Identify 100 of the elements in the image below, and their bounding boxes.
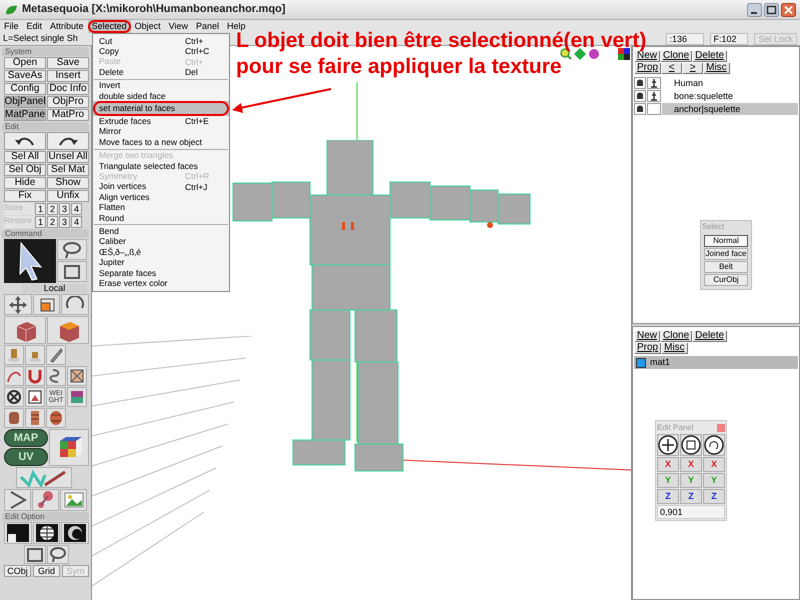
- menu-item[interactable]: Join vertices Ctrl+J: [93, 182, 229, 192]
- image-tool-button[interactable]: [60, 489, 87, 511]
- menu-item[interactable]: Bend: [93, 226, 229, 237]
- select-mode-button[interactable]: Joined face: [704, 248, 748, 260]
- menu-item[interactable]: View: [164, 20, 192, 33]
- panel-button[interactable]: Insert: [47, 70, 89, 82]
- menu-item[interactable]: Invert: [93, 80, 229, 91]
- vertex-delete-tool-button[interactable]: [4, 387, 24, 407]
- rotate-tool-button[interactable]: [61, 294, 90, 315]
- menu-item[interactable]: Mirror: [93, 126, 229, 138]
- object-panel-button[interactable]: Prop: [635, 63, 662, 74]
- menu-item[interactable]: Triangulate selected faces: [93, 160, 229, 172]
- push-tool-button[interactable]: [25, 345, 45, 365]
- camera-tool-button[interactable]: [4, 489, 31, 511]
- panel-toggle-button[interactable]: ObjPanel: [4, 96, 46, 108]
- axis-button[interactable]: Z: [680, 489, 702, 504]
- material-panel-button[interactable]: Prop: [635, 343, 662, 354]
- panel-button[interactable]: Show: [47, 177, 89, 189]
- menu-item[interactable]: Help: [223, 20, 250, 33]
- option-toggle-button[interactable]: CObj: [4, 565, 31, 577]
- object-panel-button[interactable]: <: [662, 63, 682, 74]
- select-mode-button[interactable]: Normal: [704, 235, 748, 247]
- object-panel-button[interactable]: Clone: [661, 51, 692, 62]
- menu-item[interactable]: Round: [93, 212, 229, 224]
- panel-button[interactable]: Config: [4, 83, 46, 95]
- object-panel-button[interactable]: New: [635, 51, 660, 62]
- lasso-option-button[interactable]: [47, 545, 69, 564]
- axis-button[interactable]: Z: [703, 489, 725, 504]
- panel-toggle-button[interactable]: MatPane: [4, 109, 46, 121]
- uv-button[interactable]: UV: [4, 448, 48, 466]
- map-button[interactable]: MAP: [4, 429, 48, 447]
- redo-button[interactable]: [47, 132, 89, 150]
- face-tool-button[interactable]: [47, 316, 89, 344]
- panel-button[interactable]: Fix: [4, 190, 46, 202]
- select-tool-button[interactable]: [4, 239, 56, 283]
- object-panel-button[interactable]: >: [683, 63, 704, 74]
- vertex-color-tool-button[interactable]: [67, 387, 87, 407]
- menu-item[interactable]: Edit: [22, 20, 46, 33]
- menu-item[interactable]: Cut Ctrl+: [93, 36, 229, 46]
- menu-item[interactable]: Move faces to a new object: [93, 137, 229, 148]
- panel-toggle-button[interactable]: ObjPro: [47, 96, 89, 108]
- bone-tool-button[interactable]: [32, 489, 59, 511]
- material-panel-button[interactable]: Delete: [693, 331, 728, 342]
- panel-button[interactable]: Sel Obj: [4, 164, 46, 176]
- magnet-tool-button[interactable]: [25, 366, 45, 386]
- minimize-icon[interactable]: [747, 2, 762, 16]
- brush-tool-button[interactable]: [16, 467, 72, 488]
- object-list-item[interactable]: bone:squelette: [662, 90, 798, 102]
- menu-item[interactable]: Align vertices: [93, 192, 229, 202]
- extrude-tool-button[interactable]: [4, 345, 24, 365]
- menu-item[interactable]: Erase vertex color: [93, 278, 229, 289]
- object-panel-button[interactable]: Misc: [704, 63, 730, 74]
- select-mode-button[interactable]: Belt: [704, 261, 748, 273]
- value-field[interactable]: 0,901: [657, 505, 725, 519]
- menu-item[interactable]: Copy Ctrl+C: [93, 46, 229, 57]
- rect-select-option-button[interactable]: [24, 545, 46, 564]
- menu-item[interactable]: double sided face: [93, 90, 229, 102]
- panel-button[interactable]: Hide: [4, 177, 46, 189]
- menu-item[interactable]: Attribute: [46, 20, 88, 33]
- move-tool-button[interactable]: [4, 294, 32, 315]
- delete-face-tool-button[interactable]: [67, 366, 87, 386]
- panel-button[interactable]: Save: [47, 57, 89, 69]
- close-icon[interactable]: [781, 2, 796, 16]
- wireframe-view-button[interactable]: [32, 522, 60, 544]
- menu-item[interactable]: Caliber: [93, 236, 229, 248]
- panel-button[interactable]: Sel All: [4, 151, 46, 163]
- panel-button[interactable]: Unsel All: [47, 151, 89, 163]
- object-list-item[interactable]: Human: [662, 76, 798, 88]
- panel-button[interactable]: Open: [4, 57, 46, 69]
- material-panel-button[interactable]: Misc: [662, 343, 688, 354]
- scale-handle-button[interactable]: [680, 434, 702, 456]
- material-panel-button[interactable]: New: [635, 331, 660, 342]
- lasso-tool-button[interactable]: [57, 239, 87, 260]
- select-mode-button[interactable]: CurObj: [704, 274, 748, 286]
- wrap-tool-button[interactable]: [46, 408, 66, 428]
- knife-tool-button[interactable]: [46, 345, 66, 365]
- object-list-item[interactable]: anchor|squelette: [662, 102, 798, 114]
- menu-item[interactable]: Extrude faces Ctrl+E: [93, 116, 229, 127]
- uv-cube-tool-button[interactable]: [49, 429, 89, 466]
- menu-item[interactable]: Jupiter: [93, 257, 229, 268]
- axis-button[interactable]: Z: [657, 489, 679, 504]
- menu-item[interactable]: set material to faces: [93, 101, 229, 116]
- shaded-view-button[interactable]: [61, 522, 90, 544]
- rotate-handle-button[interactable]: [703, 434, 725, 456]
- menu-item[interactable]: Selected: [88, 20, 131, 33]
- bevel-tool-button[interactable]: [4, 408, 24, 428]
- scale-tool-button[interactable]: [32, 294, 60, 315]
- menu-item[interactable]: Object: [130, 20, 165, 33]
- menu-item[interactable]: File: [0, 20, 23, 33]
- menu-item[interactable]: Flatten: [93, 202, 229, 213]
- undo-button[interactable]: [4, 132, 46, 150]
- menu-item[interactable]: Delete Del: [93, 67, 229, 78]
- chain-tool-button[interactable]: [46, 366, 66, 386]
- panel-button[interactable]: SaveAs: [4, 70, 46, 82]
- local-view-button[interactable]: [4, 522, 32, 544]
- option-toggle-button[interactable]: Grid: [33, 565, 60, 577]
- rectangle-tool-button[interactable]: [57, 261, 87, 282]
- menu-item[interactable]: Panel: [192, 20, 223, 33]
- box-tool-button[interactable]: [4, 316, 46, 344]
- maximize-icon[interactable]: [764, 2, 779, 16]
